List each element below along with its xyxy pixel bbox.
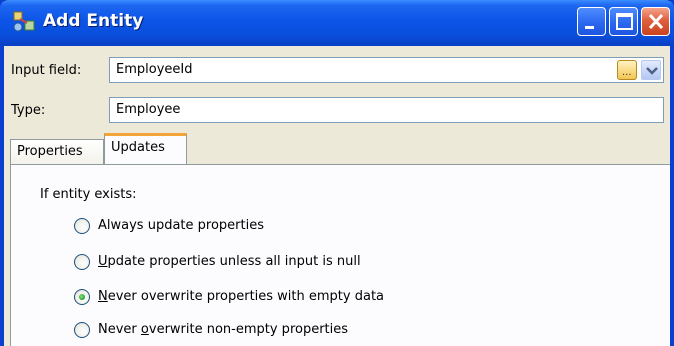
close-button[interactable] [641,7,670,36]
radio-button-selected[interactable] [74,289,90,305]
radio-label: Update properties unless all input is nu… [98,254,361,269]
radio-label: Never overwrite properties with empty da… [98,289,385,304]
if-entity-exists-label: If entity exists: [40,187,137,202]
radio-label: Always update properties [98,218,264,233]
tab-properties-label: Properties [17,144,83,159]
maximize-icon [616,13,633,30]
minimize-button[interactable] [577,7,606,36]
tab-updates-label: Updates [111,140,165,155]
input-field-combobox[interactable]: EmployeeId ... [109,57,664,83]
type-value: Employee [116,102,181,117]
minimize-icon [585,26,594,29]
type-label: Type: [11,103,46,118]
entity-app-icon [12,10,36,34]
radio-label: Never overwrite non-empty properties [98,322,349,337]
radio-button[interactable] [74,254,90,270]
radio-selected-dot [79,294,85,300]
add-entity-window: Add Entity Input field: EmployeeId ... T… [0,0,674,346]
input-field-value: EmployeeId [116,62,193,77]
title-bar[interactable]: Add Entity [0,0,674,46]
tab-updates[interactable]: Updates [104,133,187,164]
chevron-down-icon [646,67,658,75]
tab-properties[interactable]: Properties [10,139,104,165]
radio-button[interactable] [74,322,90,338]
ellipsis-icon: ... [622,67,632,78]
window-title: Add Entity [43,11,144,31]
radio-button[interactable] [74,218,90,234]
input-field-label: Input field: [11,63,82,78]
dropdown-button[interactable] [641,60,661,80]
maximize-button[interactable] [609,7,638,36]
type-field[interactable]: Employee [109,97,664,123]
browse-button[interactable]: ... [617,60,637,80]
close-icon [648,13,664,30]
